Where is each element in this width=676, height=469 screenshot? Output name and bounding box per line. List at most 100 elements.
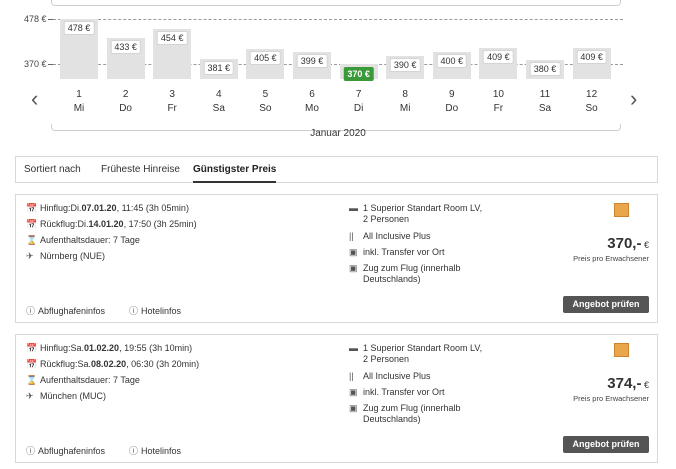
day-number: 3	[169, 89, 175, 100]
return-date: 14.01.20	[88, 219, 124, 229]
weekday: Do	[445, 103, 459, 114]
day-label[interactable]: 3 Fr	[153, 88, 191, 116]
calendar-icon: 📅	[26, 219, 38, 229]
bar-day-8[interactable]: 390 €	[386, 55, 425, 79]
outbound-time: , 19:55 (3h 10min)	[119, 343, 193, 353]
offer-price: 374,- € Preis pro Erwachsener	[573, 375, 649, 403]
day-label[interactable]: 2 Do	[107, 88, 145, 116]
return-time: , 17:50 (3h 25min)	[123, 219, 197, 229]
bar-price-label: 454 €	[156, 31, 188, 45]
weekday: Fr	[493, 103, 504, 114]
bar-price-label: 409 €	[483, 49, 514, 64]
offer-card: 📅 Hinflug: Di. 07.01.20 , 11:45 (3h 05mi…	[15, 194, 658, 323]
weekday: So	[585, 103, 598, 114]
check-offer-button[interactable]: Angebot prüfen	[563, 296, 649, 313]
price-calendar: 478 € 370 € 478 €433 €454 €381 €405 €399…	[0, 0, 676, 150]
train-text-1: Zug zum Flug (innerhalb	[363, 263, 461, 273]
bus-icon: ▣	[349, 387, 358, 397]
train-text-1: Zug zum Flug (innerhalb	[363, 403, 461, 413]
day-label[interactable]: 8 Mi	[386, 88, 424, 116]
day-label[interactable]: 5 So	[246, 88, 284, 116]
outbound-flight: 📅 Hinflug: Sa. 01.02.20 , 19:55 (3h 10mi…	[26, 343, 192, 354]
info-icon: ⓘ	[26, 446, 36, 456]
return-date: 08.02.20	[91, 359, 127, 369]
bar-day-9[interactable]: 400 €	[432, 51, 471, 79]
day-number: 8	[402, 89, 408, 100]
hotel-thumbnail[interactable]	[614, 203, 629, 217]
sort-label: Sortiert nach	[24, 164, 81, 175]
train-icon: ▣	[349, 263, 358, 273]
price-amount: 370,-	[607, 235, 642, 252]
day-label[interactable]: 9 Do	[433, 88, 471, 116]
chevron-right-icon[interactable]: ›	[630, 88, 637, 110]
calendar-top-frame	[51, 0, 621, 6]
airport-info-link[interactable]: ⓘ Abflughafeninfos	[26, 304, 105, 317]
bar-price-label: 409 €	[576, 49, 607, 64]
return-day: Sa.	[77, 359, 92, 369]
day-label[interactable]: 11 Sa	[526, 88, 564, 116]
day-label[interactable]: 10 Fr	[479, 88, 517, 116]
y-ref-label-high: 478 €	[24, 14, 47, 24]
chevron-left-icon[interactable]: ‹	[31, 88, 38, 110]
calendar-icon: 📅	[26, 203, 38, 213]
day-number: 11	[539, 89, 551, 100]
bar-price-label: 370 €	[343, 67, 374, 81]
transfer-info: ▣ inkl. Transfer vor Ort	[349, 387, 445, 398]
day-label[interactable]: 12 So	[573, 88, 611, 116]
room-info: ▬ 1 Superior Standart Room LV, 2 Persone…	[349, 203, 482, 225]
train-info: ▣ Zug zum Flug (innerhalb Deutschlands)	[349, 403, 461, 425]
weekday: Mi	[73, 103, 85, 114]
price-note: Preis pro Erwachsener	[573, 394, 649, 403]
bar-day-7[interactable]: 370 €	[339, 64, 378, 81]
bar-day-4[interactable]: 381 €	[199, 59, 238, 79]
info-icon: ⓘ	[26, 306, 36, 316]
sort-option-cheapest[interactable]: Günstigster Preis	[193, 164, 277, 183]
return-label: Rückflug:	[40, 219, 78, 229]
hotel-info-link[interactable]: ⓘ Hotelinfos	[129, 304, 181, 317]
sort-option-earliest[interactable]: Früheste Hinreise	[101, 164, 180, 175]
offer-price: 370,- € Preis pro Erwachsener	[573, 235, 649, 263]
sort-bar: Sortiert nach Früheste Hinreise Günstigs…	[15, 156, 658, 183]
bar-day-12[interactable]: 409 €	[572, 47, 611, 79]
day-label[interactable]: 4 Sa	[200, 88, 238, 116]
day-number: 6	[309, 89, 315, 100]
bar-day-10[interactable]: 409 €	[479, 47, 518, 79]
hotel-info-link[interactable]: ⓘ Hotelinfos	[129, 444, 181, 457]
outbound-date: 07.01.20	[81, 203, 117, 213]
return-flight: 📅 Rückflug: Sa. 08.02.20 , 06:30 (3h 20m…	[26, 359, 199, 370]
return-flight: 📅 Rückflug: Di. 14.01.20 , 17:50 (3h 25m…	[26, 219, 197, 230]
info-icon: ⓘ	[129, 306, 139, 316]
cutlery-icon: ||	[349, 231, 354, 241]
price-note: Preis pro Erwachsener	[573, 254, 649, 263]
stay-duration: ⌛ Aufenthaltsdauer: 7 Tage	[26, 375, 140, 386]
stay-text: Aufenthaltsdauer: 7 Tage	[40, 375, 140, 385]
ref-line-high	[53, 19, 623, 20]
stay-duration: ⌛ Aufenthaltsdauer: 7 Tage	[26, 235, 140, 246]
day-number: 10	[492, 89, 504, 100]
cutlery-icon: ||	[349, 371, 354, 381]
weekday: Sa	[538, 103, 552, 114]
bar-day-2[interactable]: 433 €	[106, 37, 145, 79]
weekday: So	[259, 103, 272, 114]
check-offer-button[interactable]: Angebot prüfen	[563, 436, 649, 453]
day-label[interactable]: 6 Mo	[293, 88, 331, 116]
board-info: || All Inclusive Plus	[349, 231, 431, 242]
bar-day-5[interactable]: 405 €	[246, 49, 285, 79]
day-number: 5	[262, 89, 269, 100]
return-label: Rückflug:	[40, 359, 78, 369]
airport-info-link[interactable]: ⓘ Abflughafeninfos	[26, 444, 105, 457]
hotel-info-label: Hotelinfos	[141, 446, 182, 456]
day-label[interactable]: 7 Di	[340, 88, 378, 116]
bar-day-3[interactable]: 454 €	[153, 29, 192, 79]
bar-day-11[interactable]: 380 €	[526, 59, 564, 79]
day-number: 2	[122, 89, 129, 100]
outbound-flight: 📅 Hinflug: Di. 07.01.20 , 11:45 (3h 05mi…	[26, 203, 189, 214]
bar-day-1[interactable]: 478 €	[60, 19, 98, 79]
calendar-icon: 📅	[26, 343, 38, 353]
hotel-thumbnail[interactable]	[614, 343, 629, 357]
outbound-label: Hinflug:	[40, 203, 71, 213]
day-label[interactable]: 1 Mi	[60, 88, 98, 116]
price-currency: €	[643, 240, 649, 250]
transfer-info: ▣ inkl. Transfer vor Ort	[349, 247, 445, 258]
bar-day-6[interactable]: 399 €	[293, 51, 331, 79]
